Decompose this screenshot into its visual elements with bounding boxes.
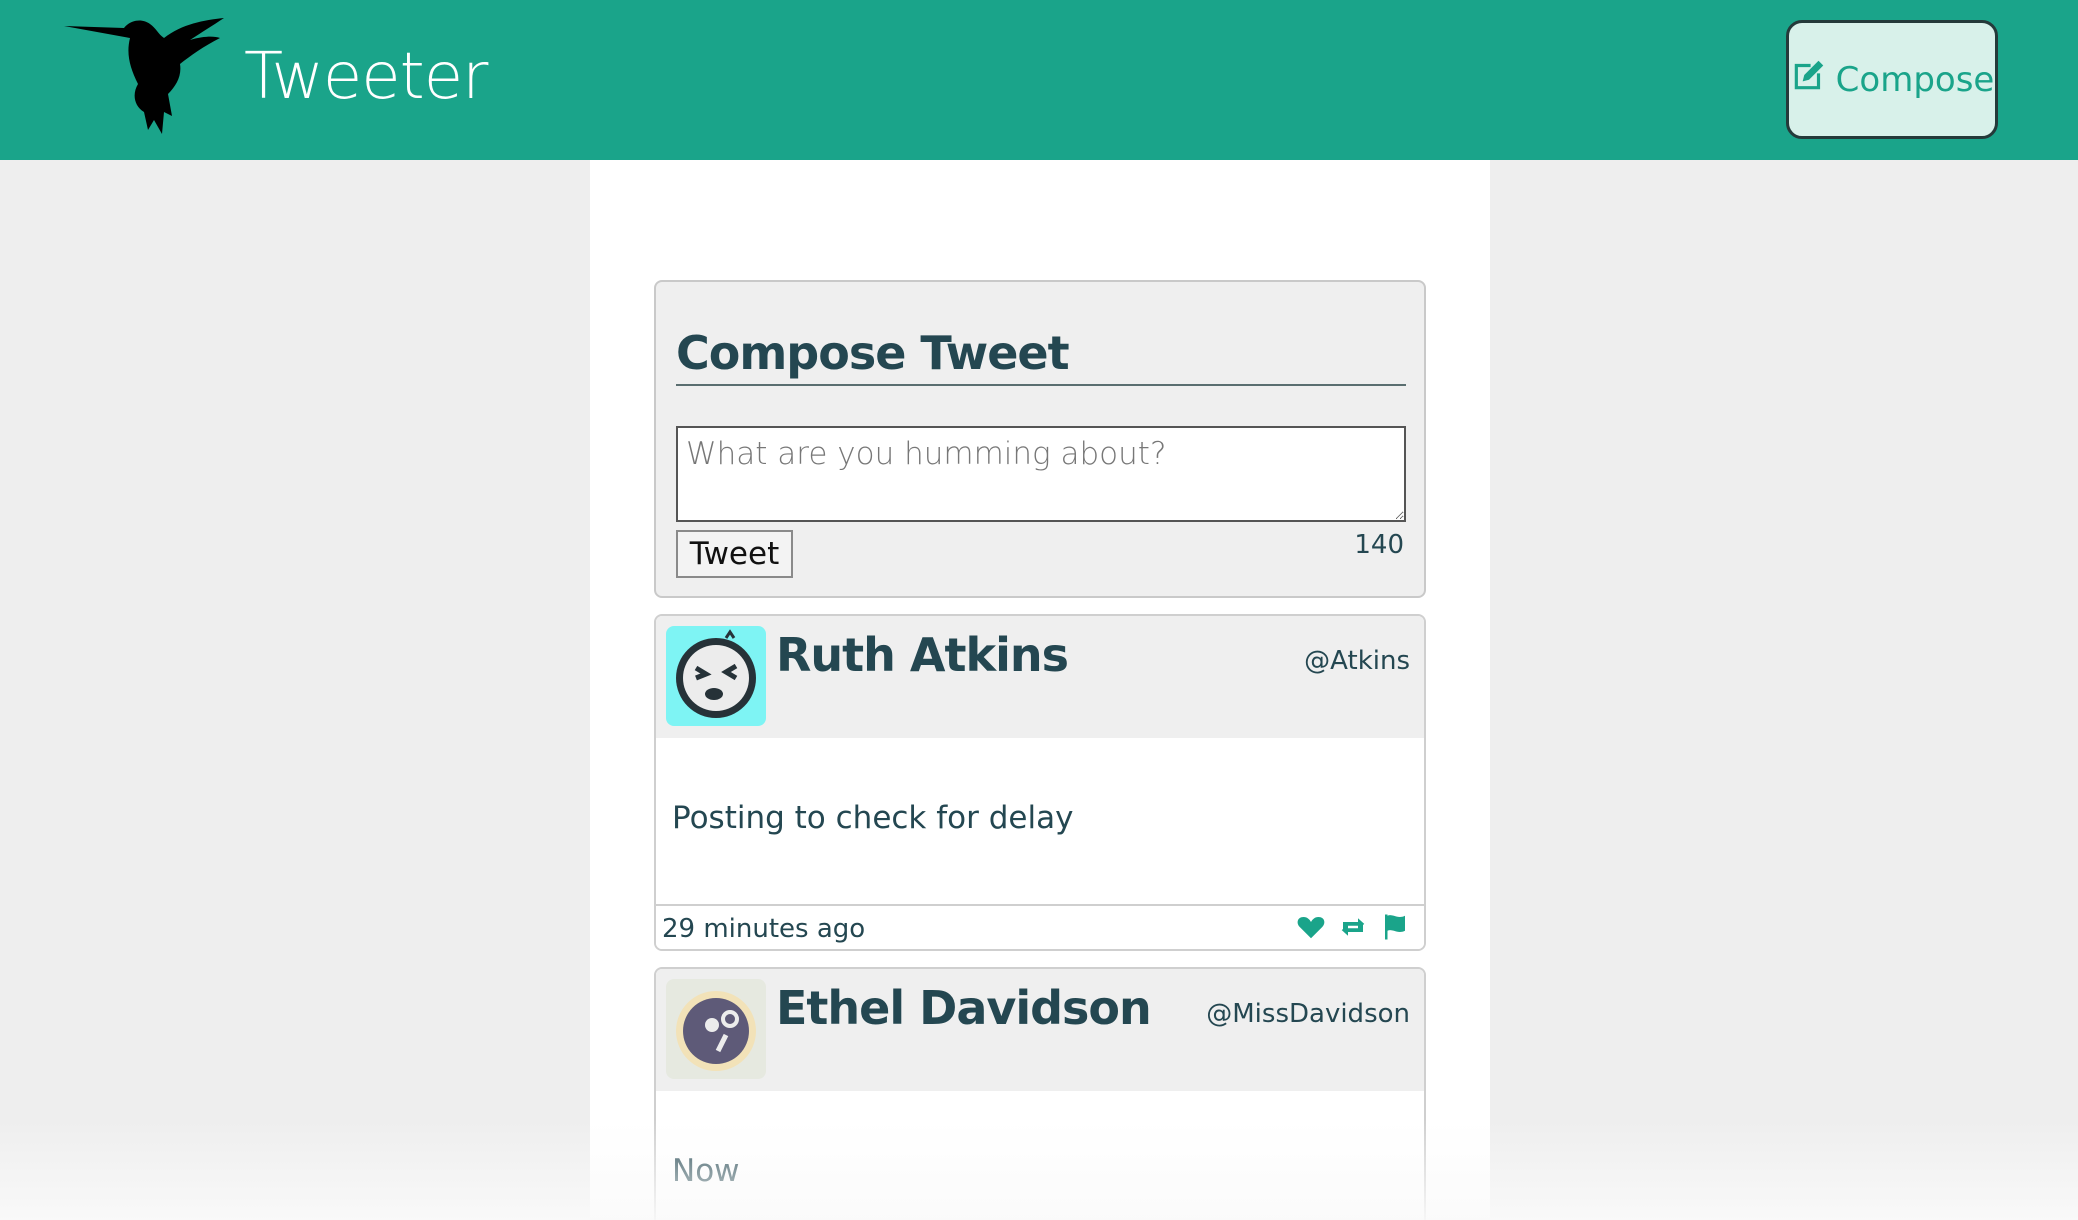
navbar: Tweeter Compose — [0, 0, 2078, 160]
hummingbird-icon — [64, 16, 226, 134]
compose-button-label: Compose — [1835, 59, 1995, 100]
tweet-author: Ethel Davidson — [776, 981, 1152, 1035]
retweet-icon[interactable] — [1338, 912, 1368, 942]
character-counter: 140 — [1354, 530, 1404, 560]
tweet-actions — [1296, 912, 1410, 942]
heart-icon[interactable] — [1296, 912, 1326, 942]
compose-tweet-panel: Compose Tweet Tweet 140 — [654, 280, 1426, 598]
tweet-textarea[interactable] — [676, 426, 1406, 522]
tweet-handle: @MissDavidson — [1206, 999, 1410, 1029]
tweet-header: Ruth Atkins @Atkins — [656, 616, 1424, 738]
tweet-card: Ethel Davidson @MissDavidson Now — [654, 967, 1426, 1220]
tweet-card: Ruth Atkins @Atkins Posting to check for… — [654, 614, 1426, 951]
tweet-content: Now — [672, 1153, 740, 1189]
avatar — [666, 626, 766, 726]
brand-title: Tweeter — [244, 40, 488, 114]
compose-tweet-title: Compose Tweet — [676, 326, 1406, 386]
edit-icon — [1790, 56, 1828, 103]
tweet-button[interactable]: Tweet — [676, 530, 793, 578]
tweet-footer: 29 minutes ago — [656, 904, 1424, 949]
flag-icon[interactable] — [1380, 912, 1410, 942]
avatar — [666, 979, 766, 1079]
compose-button[interactable]: Compose — [1786, 20, 1998, 139]
tweet-handle: @Atkins — [1304, 646, 1410, 676]
tweet-content: Posting to check for delay — [672, 800, 1074, 836]
tweet-header: Ethel Davidson @MissDavidson — [656, 969, 1424, 1091]
tweet-author: Ruth Atkins — [776, 628, 1069, 682]
tweet-timestamp: 29 minutes ago — [662, 914, 866, 944]
